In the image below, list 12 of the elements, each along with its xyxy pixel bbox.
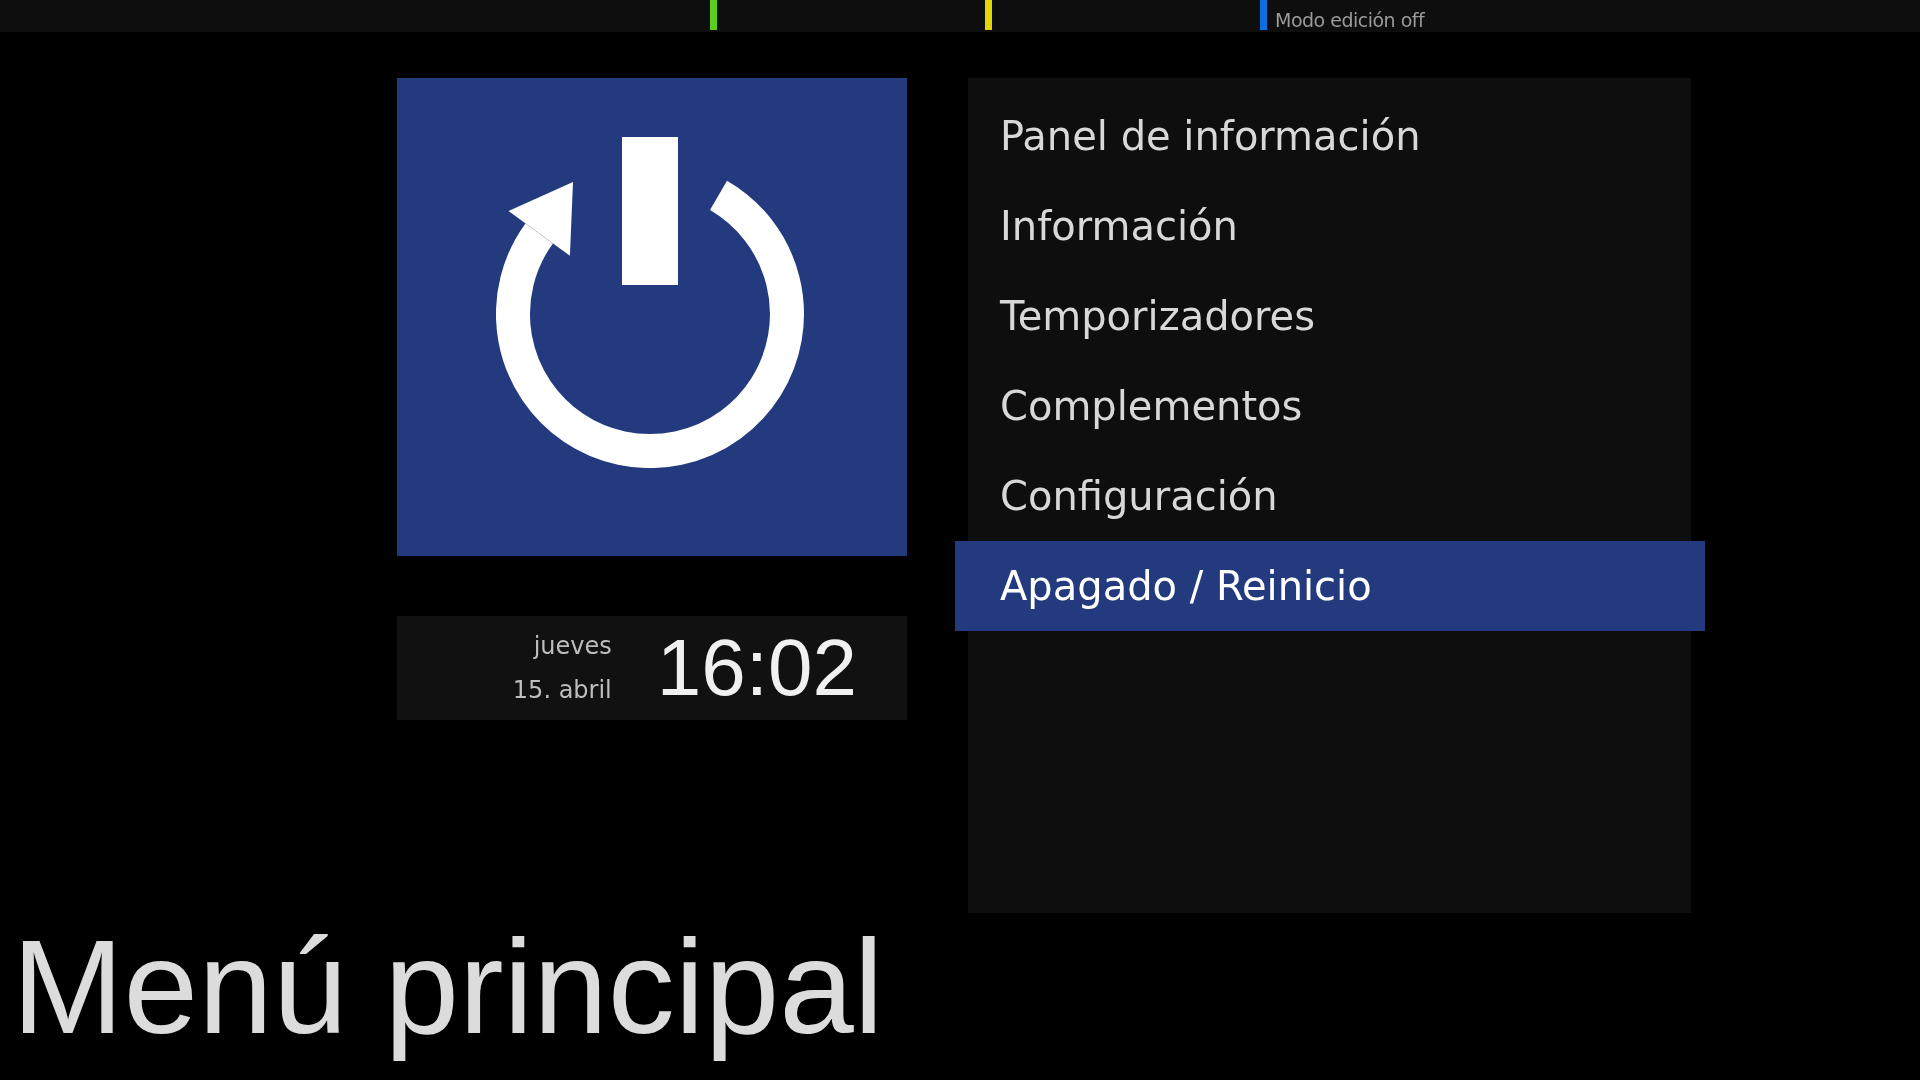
- clock-time: 16:02: [656, 628, 857, 708]
- menu-item[interactable]: Complementos: [955, 361, 1705, 451]
- menu-item[interactable]: Panel de información: [955, 91, 1705, 181]
- menu-item[interactable]: Información: [955, 181, 1705, 271]
- page-title: Menú principal: [11, 911, 885, 1063]
- power-icon: [496, 137, 804, 468]
- weekday-text: jueves: [533, 631, 612, 662]
- menu-item[interactable]: Configuración: [955, 451, 1705, 541]
- menu-item[interactable]: Temporizadores: [955, 271, 1705, 361]
- edit-mode-label: Modo edición off: [1275, 8, 1425, 30]
- menu-item[interactable]: Apagado / Reinicio: [955, 541, 1705, 631]
- date-text: 15. abril: [512, 675, 612, 706]
